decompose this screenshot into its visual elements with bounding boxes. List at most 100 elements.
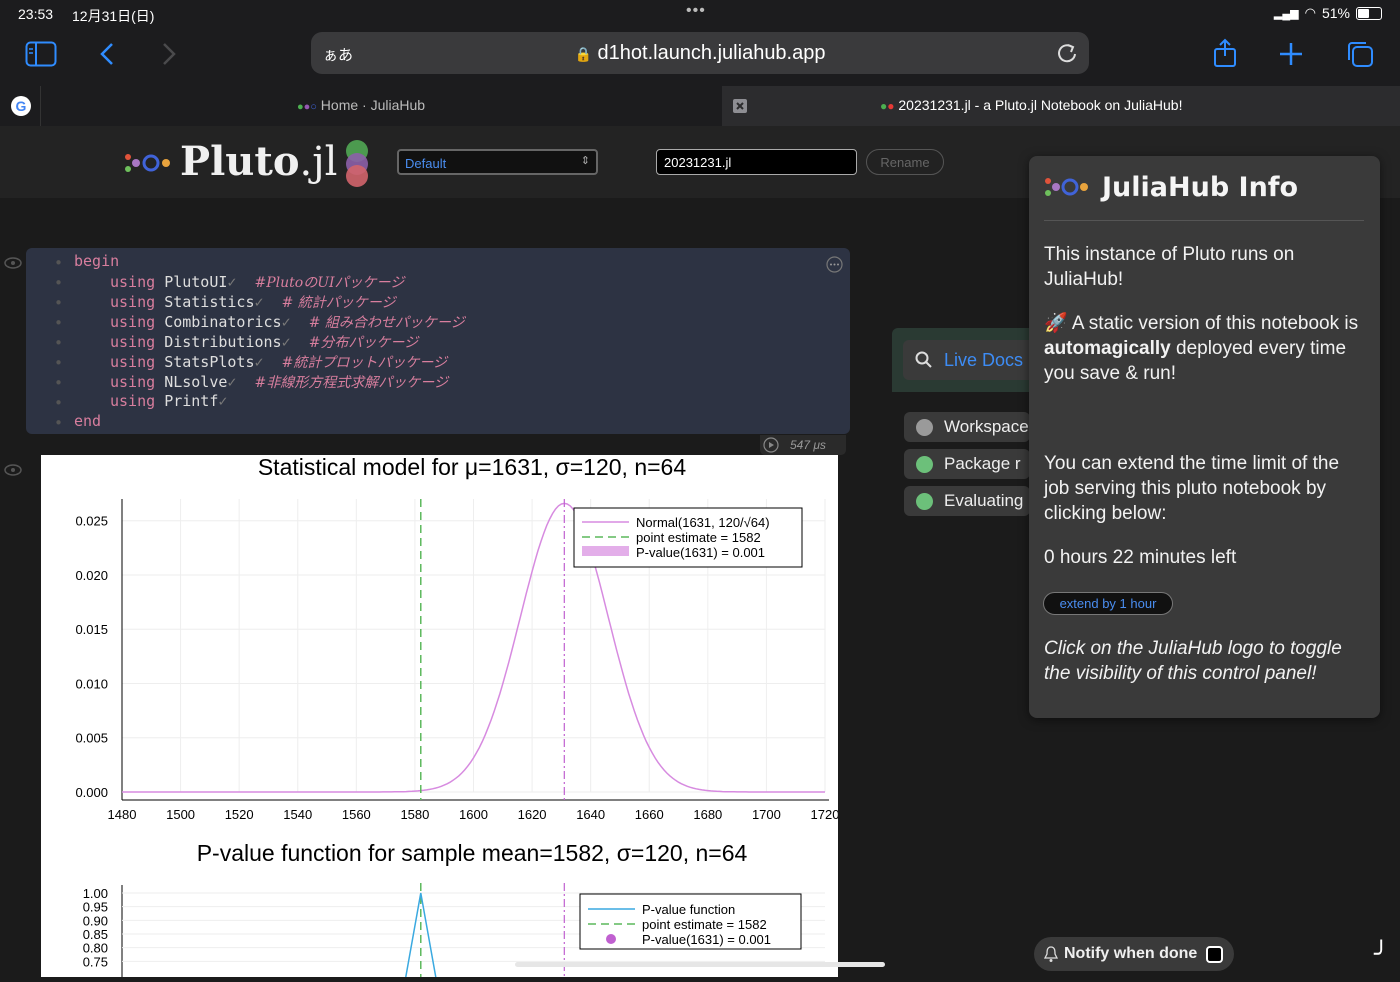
using-line: using Combinatorics✓ # 組み合わせパッケージ xyxy=(110,312,465,332)
x-tick-label: 1560 xyxy=(342,807,371,822)
extend-time-button[interactable]: extend by 1 hour xyxy=(1043,592,1173,615)
x-tick-label: 1500 xyxy=(166,807,195,822)
package-name: NLsolve xyxy=(164,373,228,391)
battery-percent: 51% xyxy=(1321,5,1350,21)
status-date: 12月31日(日) xyxy=(72,8,155,24)
tab-home[interactable]: G ●●○ Home · JuliaHub xyxy=(0,86,722,126)
line-bullet: • xyxy=(54,334,64,352)
url-text[interactable]: 🔒 d1hot.launch.juliahub.app xyxy=(311,42,1089,65)
live-docs-button[interactable]: Live Docs xyxy=(903,340,1043,380)
tab-notebook-title-wrap: ●● 20231231.jl - a Pluto.jl Notebook on … xyxy=(880,97,1182,113)
using-line: using StatsPlots✓ #統計プロットパッケージ xyxy=(110,352,447,372)
juliahub-title: JuliaHub Info xyxy=(1102,172,1299,203)
status-dot xyxy=(916,493,933,510)
theme-select-value: Default xyxy=(405,156,447,171)
line-bullet: • xyxy=(54,254,64,272)
keyword-using: using xyxy=(110,353,156,371)
select-chevron-icon: ⇕ xyxy=(580,155,590,167)
battery-level-fill xyxy=(1358,8,1370,18)
runtime-value: 547 μs xyxy=(790,438,826,452)
run-cell-icon[interactable] xyxy=(763,437,779,453)
back-icon[interactable] xyxy=(98,42,116,66)
keyword-using: using xyxy=(110,333,156,351)
juliahub-info-panel: JuliaHub Info This instance of Pluto run… xyxy=(1029,156,1380,718)
new-tab-icon[interactable] xyxy=(1279,42,1303,66)
julia-logo-icon xyxy=(125,154,170,172)
cell-runtime: 547 μs xyxy=(760,435,846,455)
status-package[interactable]: Package r xyxy=(904,449,1030,479)
keyword-begin: begin xyxy=(74,252,120,270)
status-indicators: ▂▄▆ ◠ 51% xyxy=(1274,5,1382,21)
keyword-end: end xyxy=(74,412,102,430)
live-docs-label: Live Docs xyxy=(944,350,1024,370)
static-bold: automagically xyxy=(1044,338,1171,359)
code-cell[interactable]: • begin • using PlutoUI✓ #PlutoのUIパッケージ • u… xyxy=(26,248,850,434)
keyword-using: using xyxy=(110,293,156,311)
checkmark-icon: ✓ xyxy=(254,293,264,311)
share-icon[interactable] xyxy=(1212,38,1238,68)
line-bullet: • xyxy=(54,294,64,312)
package-name: PlutoUI xyxy=(164,273,228,291)
package-name: Combinatorics xyxy=(164,313,282,331)
theme-select[interactable]: Default ⇕ xyxy=(397,149,598,175)
chart1-title: Statistical model for μ=1631, σ=120, n=6… xyxy=(258,455,687,480)
browser-toolbar: ぁあ 🔒 d1hot.launch.juliahub.app xyxy=(0,28,1400,86)
address-bar[interactable]: ぁあ 🔒 d1hot.launch.juliahub.app xyxy=(311,32,1089,74)
tab-home-title-wrap: ●●○ Home · JuliaHub xyxy=(0,97,722,113)
x-tick-label: 1600 xyxy=(459,807,488,822)
notify-label: Notify when done xyxy=(1064,945,1198,962)
reload-icon[interactable] xyxy=(1057,42,1077,64)
forward-icon[interactable] xyxy=(160,42,178,66)
x-tick-label: 1700 xyxy=(752,807,781,822)
tab-overview-icon[interactable] xyxy=(1346,40,1374,68)
status-time: 23:53 xyxy=(18,6,54,22)
static-prefix: 🚀 A static version of this notebook is xyxy=(1044,313,1359,334)
pencil-icon[interactable]: ╯ xyxy=(1374,940,1388,969)
y-tick-label: 0.020 xyxy=(75,568,108,583)
pluto-logo-suffix: .jl xyxy=(299,139,338,185)
home-indicator xyxy=(515,962,885,967)
rename-button[interactable]: Rename xyxy=(866,149,944,175)
juliahub-time-left: 0 hours 22 minutes left xyxy=(1044,547,1237,568)
y-tick-label: 0.010 xyxy=(75,676,108,691)
x-tick-label: 1480 xyxy=(108,807,137,822)
pluto-planet-icon xyxy=(346,140,368,187)
line-bullet: • xyxy=(54,274,64,292)
filename-value: 20231231.jl xyxy=(664,155,732,170)
status-workspace[interactable]: Workspace xyxy=(904,412,1030,442)
code-comment: #分布パッケージ xyxy=(308,335,419,351)
cell-menu-icon[interactable] xyxy=(826,256,843,273)
pluto-logo-text: Pluto xyxy=(180,138,300,185)
pluto-logo[interactable]: Pluto.jl xyxy=(180,138,337,185)
juliahub-toggle-hint: Click on the JuliaHub logo to toggle the… xyxy=(1044,638,1342,684)
sidebar-toggle-icon[interactable] xyxy=(25,41,57,67)
notify-checkbox[interactable] xyxy=(1206,946,1223,963)
notify-when-done-toggle[interactable]: Notify when done xyxy=(1034,937,1234,971)
x-tick-label: 1680 xyxy=(693,807,722,822)
legend-label: P-value function xyxy=(642,902,735,917)
close-tab-icon[interactable] xyxy=(733,99,747,113)
plots-svg: Statistical model for μ=1631, σ=120, n=6… xyxy=(75,454,839,978)
multitask-dots-icon[interactable]: ••• xyxy=(686,2,706,20)
using-line: using NLsolve✓ #非線形方程式求解パッケージ xyxy=(110,372,448,392)
legend-label: point estimate = 1582 xyxy=(636,530,761,545)
juliahub-static-info: 🚀 A static version of this notebook is a… xyxy=(1044,311,1369,386)
status-evaluating[interactable]: Evaluating xyxy=(904,486,1030,516)
tab-notebook[interactable]: ●● 20231231.jl - a Pluto.jl Notebook on … xyxy=(722,86,1400,126)
juliahub-logo-icon[interactable] xyxy=(1043,174,1089,200)
legend-swatch xyxy=(606,934,616,944)
divider xyxy=(1044,220,1364,221)
checkmark-icon: ✓ xyxy=(227,273,237,291)
line-bullet: • xyxy=(54,414,64,432)
using-line: using Distributions✓ #分布パッケージ xyxy=(110,332,418,352)
code-comment: #非線形方程式求解パッケージ xyxy=(254,375,448,391)
cell-visibility-eye-icon[interactable] xyxy=(4,256,22,270)
filename-input[interactable]: 20231231.jl xyxy=(656,149,857,175)
package-name: Printf xyxy=(164,392,219,410)
output-visibility-eye-icon[interactable] xyxy=(4,463,22,477)
line-bullet: • xyxy=(54,374,64,392)
line-bullet: • xyxy=(54,354,64,372)
x-tick-label: 1580 xyxy=(400,807,429,822)
x-tick-label: 1620 xyxy=(518,807,547,822)
keyword-using: using xyxy=(110,392,156,410)
